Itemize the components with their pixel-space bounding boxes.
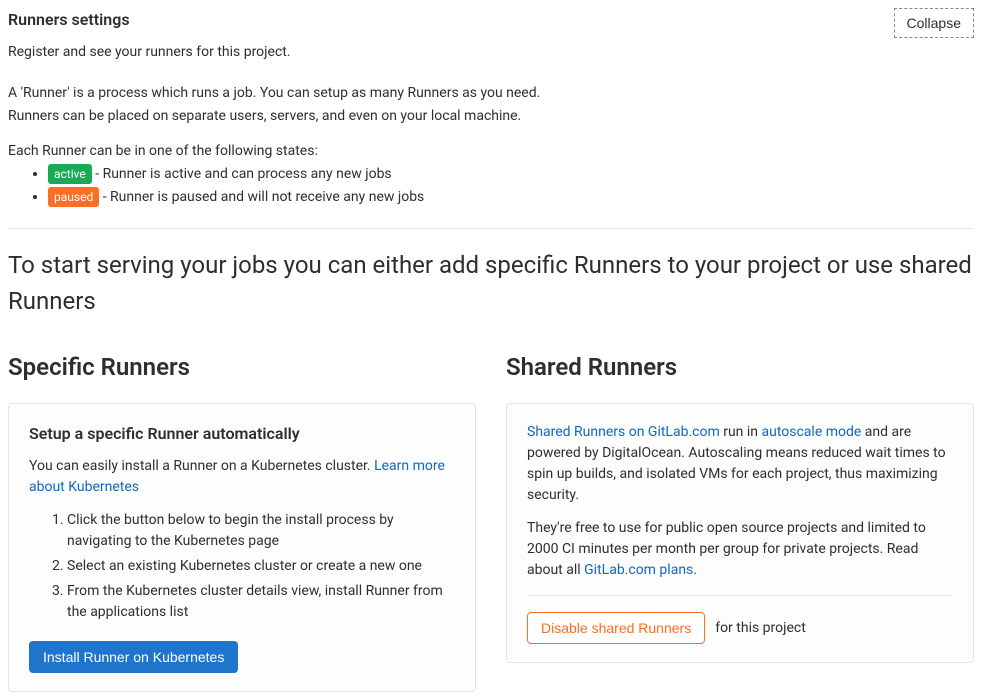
intro-line-1: A 'Runner' is a process which runs a job… [8, 83, 974, 104]
shared-runners-column: Shared Runners Shared Runners on GitLab.… [506, 349, 974, 692]
state-active-item: active - Runner is active and can proces… [48, 164, 974, 185]
paused-desc: - Runner is paused and will not receive … [99, 189, 424, 205]
shared-runners-gitlab-link[interactable]: Shared Runners on GitLab.com [527, 424, 720, 440]
specific-card-title: Setup a specific Runner automatically [29, 422, 455, 446]
intro-line-2: Runners can be placed on separate users,… [8, 106, 974, 127]
specific-card-intro: You can easily install a Runner on a Kub… [29, 456, 455, 498]
shared-card-divider [527, 595, 953, 596]
install-kubernetes-button[interactable]: Install Runner on Kubernetes [29, 641, 238, 673]
install-steps-list: Click the button below to begin the inst… [29, 510, 455, 623]
page-subtitle: Register and see your runners for this p… [8, 42, 974, 63]
state-paused-item: paused - Runner is paused and will not r… [48, 187, 974, 208]
specific-card-intro-text: You can easily install a Runner on a Kub… [29, 458, 374, 474]
states-list: active - Runner is active and can proces… [8, 164, 974, 208]
active-badge: active [48, 164, 92, 184]
divider [8, 228, 974, 229]
states-intro: Each Runner can be in one of the followi… [8, 141, 974, 162]
page-title: Runners settings [8, 8, 130, 32]
install-step-1: Click the button below to begin the inst… [67, 510, 455, 552]
install-step-2: Select an existing Kubernetes cluster or… [67, 556, 455, 577]
install-step-3: From the Kubernetes cluster details view… [67, 581, 455, 623]
shared-p1: Shared Runners on GitLab.com run in auto… [527, 422, 953, 506]
shared-p2: They're free to use for public open sour… [527, 518, 953, 581]
shared-runners-heading: Shared Runners [506, 349, 974, 385]
disable-suffix-text: for this project [715, 618, 806, 639]
autoscale-mode-link[interactable]: autoscale mode [761, 424, 861, 440]
active-desc: - Runner is active and can process any n… [92, 166, 392, 182]
specific-runner-card: Setup a specific Runner automatically Yo… [8, 403, 476, 692]
shared-p2-post: . [693, 562, 697, 578]
disable-shared-runners-button[interactable]: Disable shared Runners [527, 612, 705, 644]
start-heading: To start serving your jobs you can eithe… [8, 247, 974, 319]
specific-runners-heading: Specific Runners [8, 349, 476, 385]
shared-runners-card: Shared Runners on GitLab.com run in auto… [506, 403, 974, 663]
specific-runners-column: Specific Runners Setup a specific Runner… [8, 349, 476, 692]
gitlab-plans-link[interactable]: GitLab.com plans [584, 562, 693, 578]
paused-badge: paused [48, 187, 99, 207]
collapse-button[interactable]: Collapse [894, 8, 974, 38]
intro-block: A 'Runner' is a process which runs a job… [8, 83, 974, 208]
shared-p1-mid1: run in [720, 424, 762, 440]
